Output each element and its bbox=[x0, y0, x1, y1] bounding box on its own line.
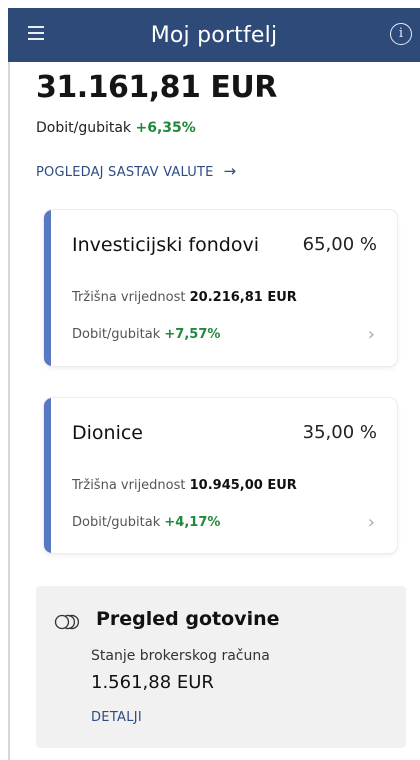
market-value: 10.945,00 EUR bbox=[189, 478, 297, 493]
info-icon[interactable]: i bbox=[390, 23, 412, 45]
profit-value: +6,35% bbox=[135, 120, 196, 136]
details-link[interactable]: DETALJI bbox=[91, 710, 142, 725]
page-title: Moj portfelj bbox=[150, 22, 278, 48]
currency-composition-link[interactable]: POGLEDAJ SASTAV VALUTE → bbox=[36, 162, 236, 180]
left-divider bbox=[8, 62, 10, 760]
profit-value: +7,57% bbox=[164, 327, 221, 342]
broker-balance-label: Stanje brokerskog računa bbox=[91, 648, 270, 664]
market-value: 20.216,81 EUR bbox=[189, 290, 297, 305]
profit-label: Dobit/gubitak bbox=[72, 515, 161, 530]
card-accent-bar bbox=[44, 210, 51, 366]
profit-value: +4,17% bbox=[164, 515, 221, 530]
card-accent-bar bbox=[44, 398, 51, 553]
broker-balance-value: 1.561,88 EUR bbox=[91, 672, 214, 693]
card-title: Dionice bbox=[72, 422, 143, 444]
profit-row: Dobit/gubitak +7,57% bbox=[72, 327, 220, 342]
card-percent: 35,00 % bbox=[302, 422, 377, 443]
market-value-label: Tržišna vrijednost bbox=[72, 478, 186, 493]
app-header: Moj portfelj i bbox=[8, 8, 420, 62]
cash-overview-panel: Pregled gotovine Stanje brokerskog račun… bbox=[36, 586, 406, 748]
portfolio-profit: Dobit/gubitak +6,35% bbox=[36, 120, 196, 136]
chevron-right-icon[interactable]: › bbox=[368, 512, 375, 533]
arrow-right-icon: → bbox=[223, 162, 237, 180]
currency-link-label: POGLEDAJ SASTAV VALUTE bbox=[36, 165, 214, 180]
cash-title: Pregled gotovine bbox=[96, 608, 280, 630]
market-value-row: Tržišna vrijednost 10.945,00 EUR bbox=[72, 478, 297, 493]
card-stocks[interactable]: Dionice 35,00 % Tržišna vrijednost 10.94… bbox=[44, 398, 397, 553]
card-investment-funds[interactable]: Investicijski fondovi 65,00 % Tržišna vr… bbox=[44, 210, 397, 366]
market-value-label: Tržišna vrijednost bbox=[72, 290, 186, 305]
market-value-row: Tržišna vrijednost 20.216,81 EUR bbox=[72, 290, 297, 305]
profit-label: Dobit/gubitak bbox=[72, 327, 161, 342]
portfolio-total: 31.161,81 EUR bbox=[36, 70, 277, 105]
profit-row: Dobit/gubitak +4,17% bbox=[72, 515, 220, 530]
profit-label: Dobit/gubitak bbox=[36, 120, 132, 136]
card-percent: 65,00 % bbox=[302, 234, 377, 255]
card-title: Investicijski fondovi bbox=[72, 234, 259, 256]
coins-icon bbox=[54, 614, 79, 630]
chevron-right-icon[interactable]: › bbox=[368, 324, 375, 345]
hamburger-menu-icon[interactable] bbox=[28, 26, 44, 40]
